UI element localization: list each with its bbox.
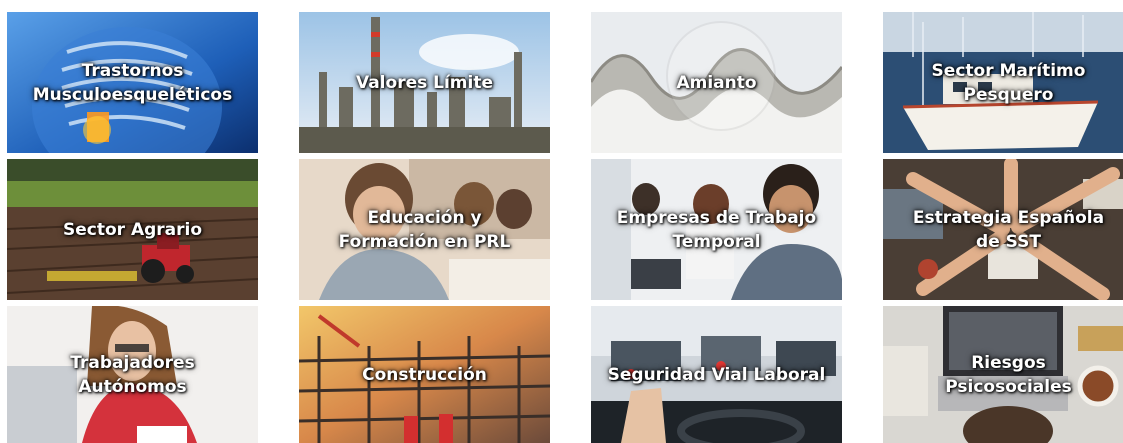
- topic-grid: Trastornos Musculoesqueléticos Valores L…: [0, 0, 1123, 443]
- tile-valores-limite[interactable]: Valores Límite: [299, 12, 550, 153]
- tile-estrategia-espanola-sst[interactable]: Estrategia Española de SST: [883, 159, 1123, 300]
- tile-label: Riesgos Psicosociales: [945, 352, 1072, 397]
- tile-label: Sector Agrario: [62, 219, 203, 240]
- tile-label: Seguridad Vial Laboral: [607, 364, 826, 385]
- tile-sector-maritimo-pesquero[interactable]: Sector Marítimo Pesquero: [883, 12, 1123, 153]
- tile-label: Valores Límite: [355, 72, 493, 93]
- tile-trabajadores-autonomos[interactable]: Trabajadores Autónomos: [7, 306, 258, 443]
- tile-construccion[interactable]: Construcción: [299, 306, 550, 443]
- tile-label: Construcción: [362, 364, 487, 385]
- tile-sector-agrario[interactable]: Sector Agrario: [7, 159, 258, 300]
- tile-label: Educación y Formación en PRL: [338, 207, 511, 252]
- tile-empresas-trabajo-temporal[interactable]: Empresas de Trabajo Temporal: [591, 159, 842, 300]
- tile-label: Amianto: [676, 72, 757, 93]
- tile-trastornos-musculoesqueleticos[interactable]: Trastornos Musculoesqueléticos: [7, 12, 258, 153]
- tile-label: Trastornos Musculoesqueléticos: [32, 60, 233, 105]
- tile-label: Empresas de Trabajo Temporal: [616, 207, 817, 252]
- tile-educacion-formacion-prl[interactable]: Educación y Formación en PRL: [299, 159, 550, 300]
- tile-label: Trabajadores Autónomos: [70, 352, 195, 397]
- tile-label: Estrategia Española de SST: [912, 207, 1105, 252]
- tile-amianto[interactable]: Amianto: [591, 12, 842, 153]
- tile-label: Sector Marítimo Pesquero: [931, 60, 1086, 105]
- tile-seguridad-vial-laboral[interactable]: Seguridad Vial Laboral: [591, 306, 842, 443]
- tile-riesgos-psicosociales[interactable]: Riesgos Psicosociales: [883, 306, 1123, 443]
